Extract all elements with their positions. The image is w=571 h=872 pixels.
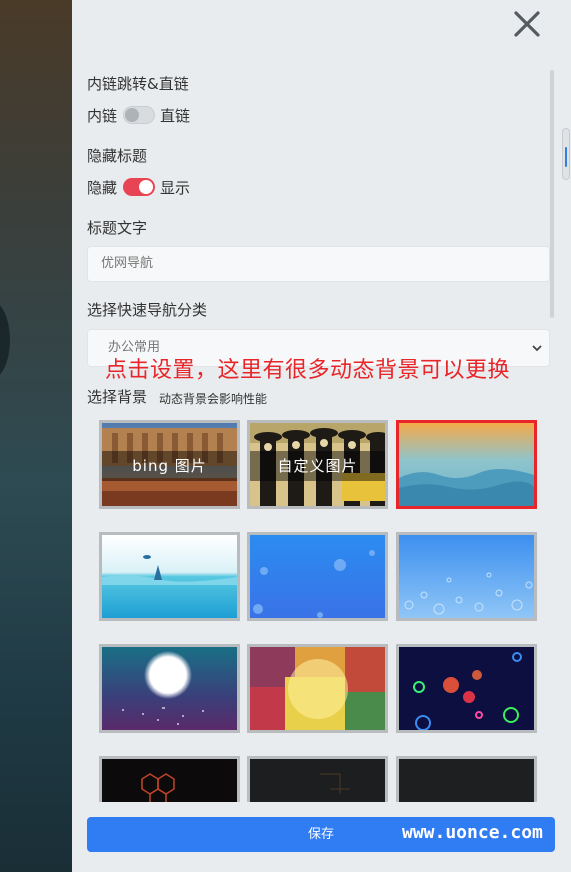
background-hint: 动态背景会影响性能 bbox=[159, 392, 268, 406]
link-jump-title: 内链跳转&直链 bbox=[87, 75, 189, 93]
close-button[interactable] bbox=[511, 8, 543, 40]
background-grid: bing 图片 自定义图片 bbox=[87, 410, 557, 802]
neon-rings-image bbox=[399, 647, 534, 730]
annotation-text: 点击设置，这里有很多动态背景可以更换 bbox=[105, 358, 511, 383]
dark-plain-image bbox=[399, 759, 534, 802]
link-jump-toggle[interactable] bbox=[123, 106, 155, 124]
watermark-text: www.uonce.com bbox=[402, 822, 543, 843]
settings-scrollbar[interactable] bbox=[550, 70, 554, 318]
bg-tile-neon-rings[interactable] bbox=[396, 644, 537, 733]
light-bubbles-image bbox=[399, 535, 534, 618]
page-scrollbar[interactable] bbox=[562, 128, 570, 180]
bg-tile-custom[interactable]: 自定义图片 bbox=[247, 420, 388, 509]
link-jump-on-label: 直链 bbox=[160, 107, 191, 125]
bg-tile-caption: bing 图片 bbox=[102, 451, 237, 481]
ocean-fish-image bbox=[102, 535, 237, 618]
bg-tile-dark-plain[interactable] bbox=[396, 756, 537, 802]
hex-network-image bbox=[102, 759, 237, 802]
background-wallpaper bbox=[0, 0, 72, 872]
bg-tile-light-bubbles[interactable] bbox=[396, 532, 537, 621]
sunset-waves-image bbox=[399, 423, 534, 506]
toggle-knob bbox=[139, 180, 153, 194]
chevron-down-icon bbox=[532, 345, 542, 352]
bg-tile-ocean-fish[interactable] bbox=[99, 532, 240, 621]
bg-tile-bing[interactable]: bing 图片 bbox=[99, 420, 240, 509]
color-blocks-image bbox=[250, 647, 385, 730]
bg-tile-sunset-waves[interactable] bbox=[396, 420, 537, 509]
close-icon bbox=[514, 11, 540, 37]
bg-tile-caption: 自定义图片 bbox=[250, 451, 385, 481]
moon-night-image bbox=[102, 647, 237, 730]
hide-title-on-label: 显示 bbox=[160, 179, 191, 197]
hide-title-toggle[interactable] bbox=[123, 178, 155, 196]
bg-tile-color-blocks[interactable] bbox=[247, 644, 388, 733]
bg-tile-blue-bubbles[interactable] bbox=[247, 532, 388, 621]
dark-lines-image bbox=[250, 759, 385, 802]
bg-tile-hex-network[interactable] bbox=[99, 756, 240, 802]
hide-title-off-label: 隐藏 bbox=[87, 179, 118, 197]
quick-nav-title: 选择快速导航分类 bbox=[87, 301, 208, 319]
title-text-input[interactable]: 优网导航 bbox=[87, 246, 550, 282]
hide-title-title: 隐藏标题 bbox=[87, 147, 148, 165]
bg-tile-dark-lines[interactable] bbox=[247, 756, 388, 802]
toggle-knob bbox=[125, 108, 139, 122]
title-text-title: 标题文字 bbox=[87, 219, 148, 237]
background-title: 选择背景 bbox=[87, 388, 148, 406]
bg-tile-moon-night[interactable] bbox=[99, 644, 240, 733]
blue-bubbles-image bbox=[250, 535, 385, 618]
link-jump-off-label: 内链 bbox=[87, 107, 118, 125]
